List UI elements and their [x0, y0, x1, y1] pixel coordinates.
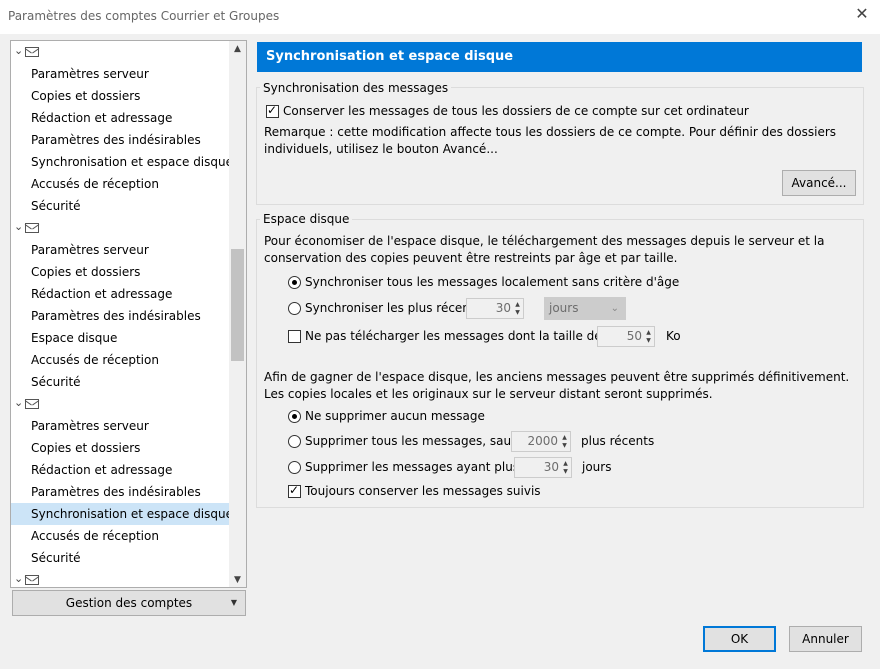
sync-all-radio[interactable]: [288, 276, 301, 289]
sync-recent-stepper[interactable]: 30 ▲ ▼: [466, 298, 524, 319]
chevron-down-icon[interactable]: ⌄: [14, 220, 23, 233]
no-download-stepper[interactable]: 50 ▲ ▼: [597, 326, 655, 347]
sync-recent-label: Synchroniser les plus récents: [305, 301, 481, 315]
chevron-down-icon[interactable]: ⌄: [14, 572, 23, 585]
disk-group-label: Espace disque: [260, 212, 353, 226]
tree-item[interactable]: Sécurité: [11, 371, 230, 393]
sync-recent-value: 30: [495, 301, 511, 315]
delete-older-suffix: jours: [582, 460, 612, 474]
tree-account-row[interactable]: ⌄: [11, 569, 230, 587]
manage-accounts-button[interactable]: Gestion des comptes ▼: [12, 590, 246, 616]
stepper-down-icon[interactable]: ▼: [560, 441, 569, 450]
delete-all-except-stepper[interactable]: 2000 ▲ ▼: [511, 431, 571, 452]
tree-item[interactable]: Sécurité: [11, 547, 230, 569]
tree-account-row[interactable]: ⌄: [11, 217, 230, 239]
ok-button[interactable]: OK: [703, 626, 776, 652]
tree-item[interactable]: Synchronisation et espace disque: [11, 503, 233, 525]
chevron-down-icon[interactable]: ⌄: [14, 396, 23, 409]
tree-item[interactable]: Accusés de réception: [11, 349, 230, 371]
sync-recent-unit-select[interactable]: jours ⌄: [544, 297, 626, 320]
tree-scrollbar[interactable]: ▲ ▼: [229, 41, 246, 587]
no-download-label: Ne pas télécharger les messages dont la …: [305, 329, 637, 343]
tree-item[interactable]: Paramètres serveur: [11, 63, 230, 85]
page-title: Synchronisation et espace disque: [257, 42, 862, 72]
keep-flagged-label: Toujours conserver les messages suivis: [305, 484, 541, 498]
keep-messages-checkbox[interactable]: [266, 103, 279, 118]
delete-intro: Afin de gagner de l'espace disque, les a…: [264, 370, 850, 401]
delete-older-value: 30: [543, 460, 559, 474]
keep-flagged-checkbox[interactable]: [288, 483, 301, 498]
mail-account-icon: [25, 399, 39, 409]
delete-all-except-suffix: plus récents: [581, 434, 655, 448]
scroll-up-icon[interactable]: ▲: [229, 41, 246, 58]
tree-item[interactable]: Paramètres serveur: [11, 239, 230, 261]
chevron-down-icon[interactable]: ⌄: [14, 44, 23, 57]
window-title: Paramètres des comptes Courrier et Group…: [8, 9, 280, 23]
tree-item[interactable]: Copies et dossiers: [11, 85, 230, 107]
delete-all-except-label: Supprimer tous les messages, sauf les: [305, 434, 537, 448]
keep-messages-label: Conserver les messages de tous les dossi…: [283, 104, 749, 118]
tree-item[interactable]: Copies et dossiers: [11, 261, 230, 283]
no-download-unit: Ko: [666, 329, 681, 343]
mail-account-icon: [25, 575, 39, 585]
tree-item[interactable]: Accusés de réception: [11, 173, 230, 195]
account-tree: ⌄ Paramètres serveur Copies et dossiers Réd…: [10, 40, 247, 588]
disk-intro: Pour économiser de l'espace disque, le t…: [264, 234, 825, 265]
tree-item[interactable]: Sécurité: [11, 195, 230, 217]
tree-item[interactable]: Paramètres serveur: [11, 415, 230, 437]
delete-older-label: Supprimer les messages ayant plus de: [305, 460, 538, 474]
tree-item[interactable]: Paramètres des indésirables: [11, 481, 230, 503]
tree-item[interactable]: Paramètres des indésirables: [11, 129, 230, 151]
delete-none-radio[interactable]: [288, 410, 301, 423]
stepper-down-icon[interactable]: ▼: [644, 336, 653, 345]
scroll-thumb[interactable]: [231, 249, 244, 361]
cancel-button[interactable]: Annuler: [789, 626, 862, 652]
stepper-down-icon[interactable]: ▼: [513, 308, 522, 317]
no-download-value: 50: [626, 329, 642, 343]
tree-item[interactable]: Rédaction et adressage: [11, 459, 230, 481]
sync-group-label: Synchronisation des messages: [260, 81, 452, 95]
tree-item[interactable]: Espace disque: [11, 327, 230, 349]
tree-item[interactable]: Accusés de réception: [11, 525, 230, 547]
dropdown-arrow-icon: ▼: [230, 598, 237, 607]
tree-item[interactable]: Rédaction et adressage: [11, 283, 230, 305]
delete-all-except-radio[interactable]: [288, 435, 301, 448]
sync-recent-unit: jours: [549, 301, 579, 315]
advanced-button[interactable]: Avancé...: [782, 170, 856, 196]
manage-accounts-label: Gestion des comptes: [65, 596, 193, 610]
sync-remark: Remarque : cette modification affecte to…: [264, 125, 837, 156]
chevron-down-icon: ⌄: [610, 303, 619, 314]
sync-recent-radio[interactable]: [288, 302, 301, 315]
no-download-checkbox[interactable]: [288, 330, 301, 343]
scroll-down-icon[interactable]: ▼: [229, 572, 246, 587]
mail-account-icon: [25, 223, 39, 233]
close-icon[interactable]: ✕: [854, 6, 870, 22]
tree-account-row[interactable]: ⌄: [11, 41, 230, 63]
tree-item[interactable]: Paramètres des indésirables: [11, 305, 230, 327]
mail-account-icon: [25, 47, 39, 57]
delete-none-label: Ne supprimer aucun message: [305, 409, 485, 423]
sync-all-label: Synchroniser tous les messages localemen…: [305, 275, 680, 289]
delete-older-stepper[interactable]: 30 ▲ ▼: [514, 457, 572, 478]
account-tree-list: ⌄ Paramètres serveur Copies et dossiers Réd…: [11, 41, 233, 587]
delete-older-radio[interactable]: [288, 461, 301, 474]
tree-item[interactable]: Rédaction et adressage: [11, 107, 230, 129]
tree-item[interactable]: Copies et dossiers: [11, 437, 230, 459]
stepper-down-icon[interactable]: ▼: [561, 467, 570, 476]
delete-all-except-value: 2000: [527, 434, 558, 448]
tree-account-row[interactable]: ⌄: [11, 393, 230, 415]
tree-item[interactable]: Synchronisation et espace disque: [11, 151, 233, 173]
title-bar: Paramètres des comptes Courrier et Group…: [0, 0, 880, 34]
